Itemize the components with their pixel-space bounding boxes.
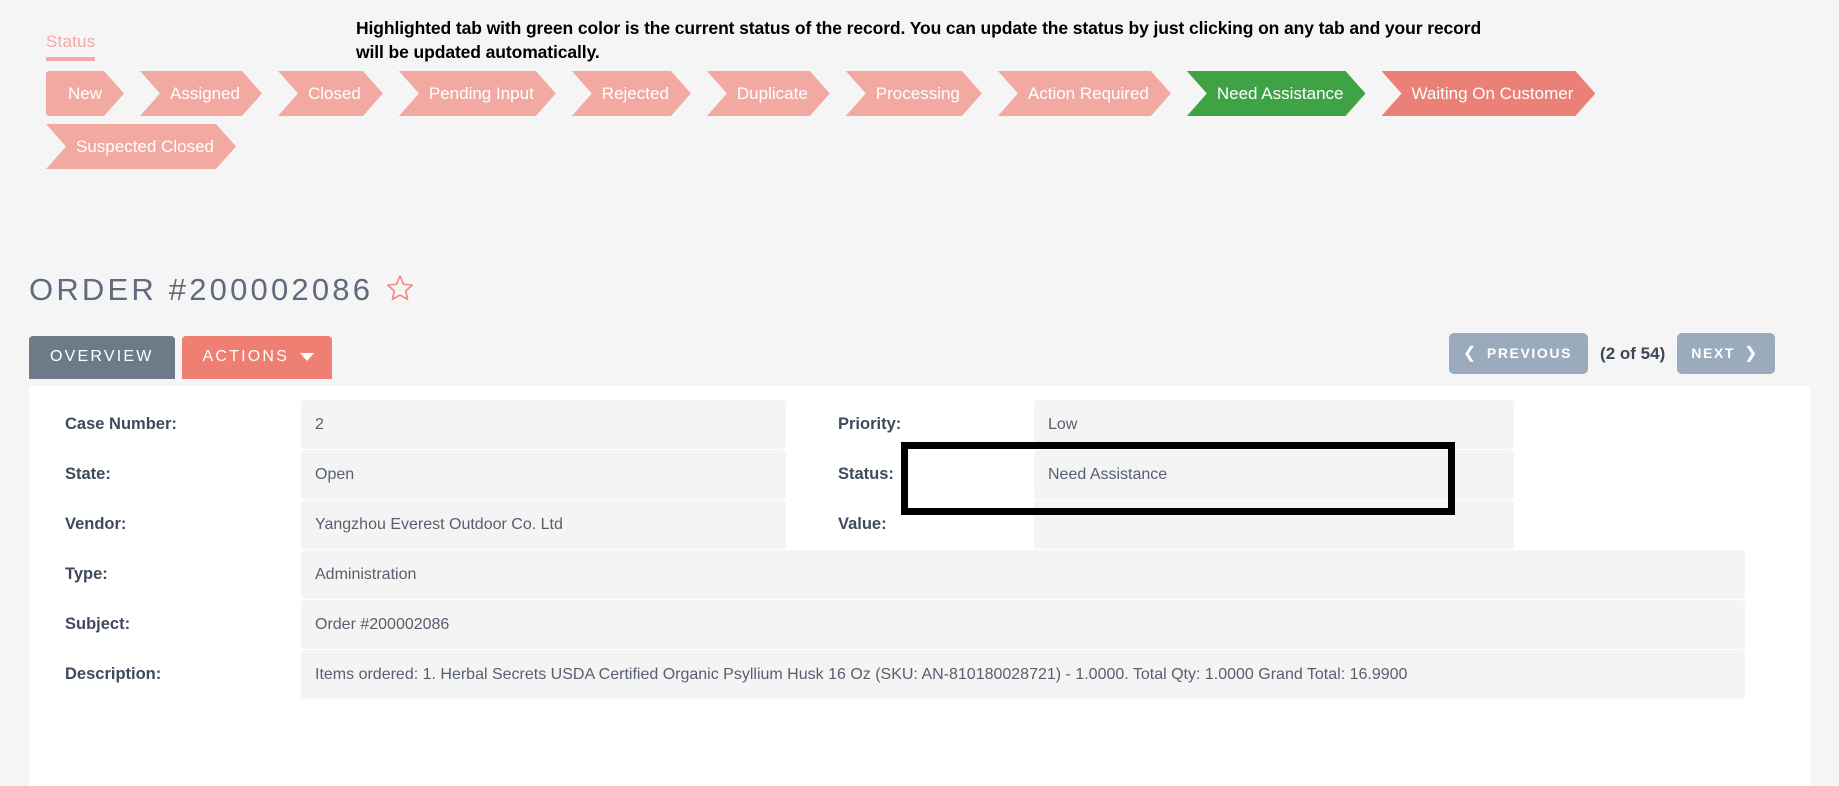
status-pipeline: New Assigned Closed Pending Input Rejected Du… (46, 71, 1746, 177)
field-row-type: Type: Administration (29, 550, 1810, 599)
field-row-case-priority: Case Number: 2 Priority: Low (29, 400, 1810, 449)
field-state: State: Open (29, 450, 786, 499)
field-status: Status: Need Assistance (810, 450, 1514, 499)
field-value-status[interactable]: Need Assistance (1034, 450, 1514, 499)
field-value-case-number[interactable]: 2 (301, 400, 786, 449)
field-label-case-number: Case Number: (65, 415, 177, 433)
actions-dropdown-button[interactable]: ACTIONS (181, 336, 333, 379)
previous-button[interactable]: ❮ PREVIOUS (1448, 333, 1589, 374)
status-section-label: Status (46, 32, 96, 61)
field-label-priority: Priority: (838, 415, 902, 433)
status-tab-closed[interactable]: Closed (278, 71, 383, 116)
field-value-type[interactable]: Administration (301, 550, 1745, 599)
field-value-description[interactable]: Items ordered: 1. Herbal Secrets USDA Ce… (301, 650, 1745, 699)
field-value-state[interactable]: Open (301, 450, 786, 499)
status-tab-waiting-on-customer[interactable]: Waiting On Customer (1382, 71, 1596, 116)
chevron-left-icon: ❮ (1462, 345, 1478, 362)
status-pipeline-row-2: Suspected Closed (46, 124, 1746, 169)
chevron-right-icon: ❯ (1743, 345, 1759, 362)
page-title-text: ORDER #200002086 (29, 272, 374, 307)
field-case-number: Case Number: 2 (29, 400, 786, 449)
tab-overview[interactable]: OVERVIEW (29, 336, 175, 379)
field-label-description: Description: (65, 665, 162, 683)
status-tab-pending-input[interactable]: Pending Input (399, 71, 556, 116)
field-label-state: State: (65, 465, 111, 483)
status-tab-suspected-closed[interactable]: Suspected Closed (46, 124, 236, 169)
field-label-vendor: Vendor: (65, 515, 127, 533)
field-vendor: Vendor: Yangzhou Everest Outdoor Co. Ltd (29, 500, 786, 549)
status-pipeline-row-1: New Assigned Closed Pending Input Rejected Du… (46, 71, 1746, 116)
field-label-type: Type: (65, 565, 108, 583)
field-description: Description: Items ordered: 1. Herbal Se… (29, 650, 1745, 699)
pagination-count: (2 of 54) (1600, 343, 1666, 363)
field-value-vendor[interactable]: Yangzhou Everest Outdoor Co. Ltd (301, 500, 786, 549)
actions-button-label: ACTIONS (202, 348, 290, 365)
field-row-subject: Subject: Order #200002086 (29, 600, 1810, 649)
status-tab-assigned[interactable]: Assigned (140, 71, 262, 116)
record-pagination: ❮ PREVIOUS (2 of 54) NEXT ❯ (1448, 333, 1775, 374)
field-priority: Priority: Low (810, 400, 1514, 449)
field-row-vendor-value: Vendor: Yangzhou Everest Outdoor Co. Ltd… (29, 500, 1810, 549)
status-tab-rejected[interactable]: Rejected (572, 71, 691, 116)
status-tab-new[interactable]: New (46, 71, 124, 116)
record-fields: Case Number: 2 Priority: Low State: Open… (29, 386, 1810, 699)
annotation-callout-text: Highlighted tab with green color is the … (356, 18, 1482, 62)
status-tab-processing[interactable]: Processing (846, 71, 982, 116)
field-label-status: Status: (838, 465, 894, 483)
field-value-subject[interactable]: Order #200002086 (301, 600, 1745, 649)
status-label-text: Status (46, 32, 96, 51)
status-tab-action-required[interactable]: Action Required (998, 71, 1171, 116)
field-value-priority[interactable]: Low (1034, 400, 1514, 449)
field-subject: Subject: Order #200002086 (29, 600, 1745, 649)
record-detail-card: Case Number: 2 Priority: Low State: Open… (29, 386, 1810, 786)
status-label-underline (46, 57, 96, 61)
field-label-subject: Subject: (65, 615, 131, 633)
field-type: Type: Administration (29, 550, 1745, 599)
field-row-description: Description: Items ordered: 1. Herbal Se… (29, 650, 1810, 699)
next-button-label: NEXT (1691, 345, 1735, 361)
previous-button-label: PREVIOUS (1486, 345, 1573, 361)
field-value-value[interactable] (1034, 500, 1514, 549)
field-row-state-status: State: Open Status: Need Assistance (29, 450, 1810, 499)
next-button[interactable]: NEXT ❯ (1677, 333, 1775, 374)
record-tab-bar: OVERVIEW ACTIONS (29, 336, 333, 379)
status-tab-need-assistance[interactable]: Need Assistance (1187, 71, 1366, 116)
field-label-value: Value: (838, 515, 887, 533)
status-tab-duplicate[interactable]: Duplicate (707, 71, 830, 116)
page-title: ORDER #200002086 (29, 272, 415, 308)
field-value: Value: (810, 500, 1514, 549)
chevron-down-icon (300, 353, 315, 361)
star-outline-icon[interactable] (385, 273, 415, 308)
